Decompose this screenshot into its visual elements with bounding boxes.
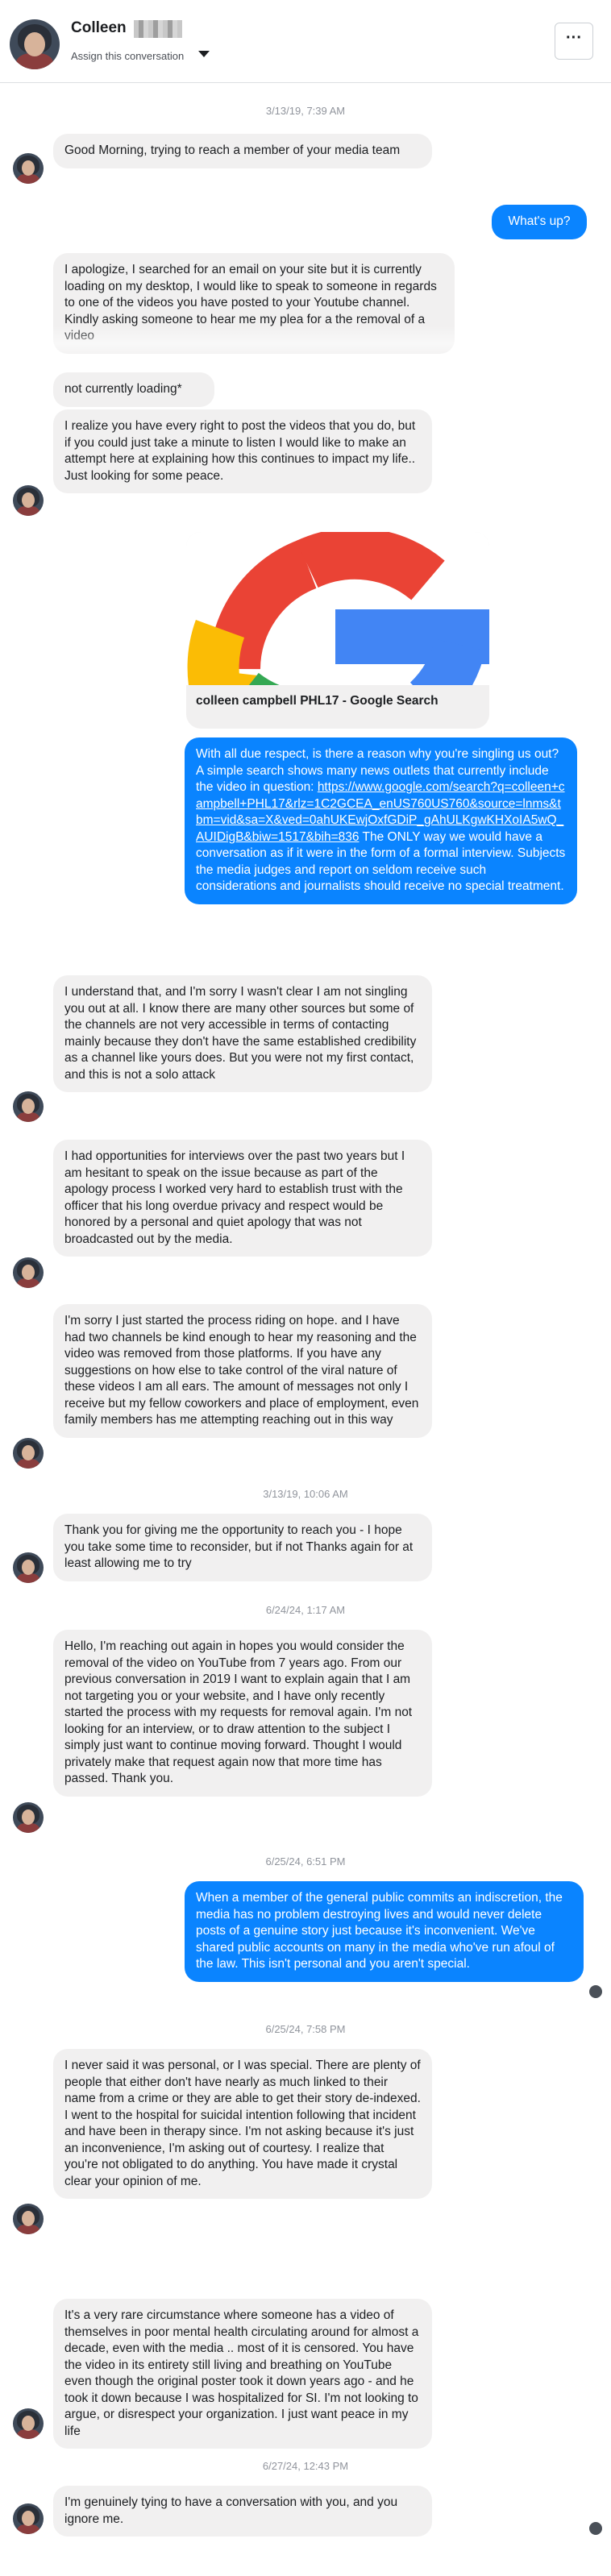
outgoing-message: What's up? — [492, 205, 587, 239]
scroll-overlay — [0, 326, 611, 361]
timestamp: 6/24/24, 1:17 AM — [265, 1604, 346, 1616]
timestamp: 6/27/24, 12:43 PM — [262, 2460, 349, 2472]
incoming-message: Thank you for giving me the opportunity … — [53, 1514, 432, 1581]
incoming-message: I realize you have every right to post t… — [53, 409, 432, 493]
more-options-button[interactable]: ··· — [555, 23, 593, 60]
chevron-down-icon[interactable] — [198, 51, 210, 57]
contact-name[interactable]: Colleen — [71, 19, 127, 37]
sender-avatar — [13, 2204, 44, 2234]
sender-avatar — [13, 1552, 44, 1583]
timestamp: 6/25/24, 6:51 PM — [265, 1855, 346, 1868]
google-logo-icon — [186, 532, 489, 685]
incoming-message: I'm sorry I just started the process rid… — [53, 1304, 432, 1438]
incoming-message: I'm genuinely tying to have a conversati… — [53, 2486, 432, 2537]
incoming-message: Hello, I'm reaching out again in hopes y… — [53, 1630, 432, 1797]
sender-avatar — [13, 2503, 44, 2534]
outgoing-message: When a member of the general public comm… — [185, 1881, 584, 1982]
timestamp: 6/25/24, 7:58 PM — [265, 2023, 346, 2035]
seen-avatar-icon — [588, 2521, 603, 2536]
outgoing-message: With all due respect, is there a reason … — [185, 737, 577, 904]
sender-avatar — [13, 485, 44, 516]
sender-avatar — [13, 1802, 44, 1833]
incoming-message: I never said it was personal, or I was s… — [53, 2049, 432, 2199]
incoming-message: I understand that, and I'm sorry I wasn'… — [53, 975, 432, 1092]
timestamp: 3/13/19, 7:39 AM — [265, 105, 346, 117]
timestamp: 3/13/19, 10:06 AM — [263, 1488, 348, 1500]
sender-avatar — [13, 1257, 44, 1288]
incoming-message: It's a very rare circumstance where some… — [53, 2299, 432, 2449]
sender-avatar — [13, 2408, 44, 2439]
link-preview-card[interactable]: colleen campbell PHL17 - Google Search — [186, 532, 489, 729]
incoming-message: I had opportunities for interviews over … — [53, 1140, 432, 1257]
sender-avatar — [13, 153, 44, 184]
assign-conversation-label[interactable]: Assign this conversation — [71, 50, 184, 62]
redacted-surname — [134, 20, 182, 38]
contact-avatar[interactable] — [10, 19, 60, 69]
seen-avatar-icon — [588, 1984, 603, 1999]
link-preview-title[interactable]: colleen campbell PHL17 - Google Search — [196, 694, 439, 708]
sender-avatar — [13, 1091, 44, 1122]
conversation-header: Colleen Assign this conversation ··· — [0, 0, 611, 83]
incoming-message: Good Morning, trying to reach a member o… — [53, 134, 432, 168]
sender-avatar — [13, 1438, 44, 1469]
incoming-message: not currently loading* — [53, 372, 214, 407]
